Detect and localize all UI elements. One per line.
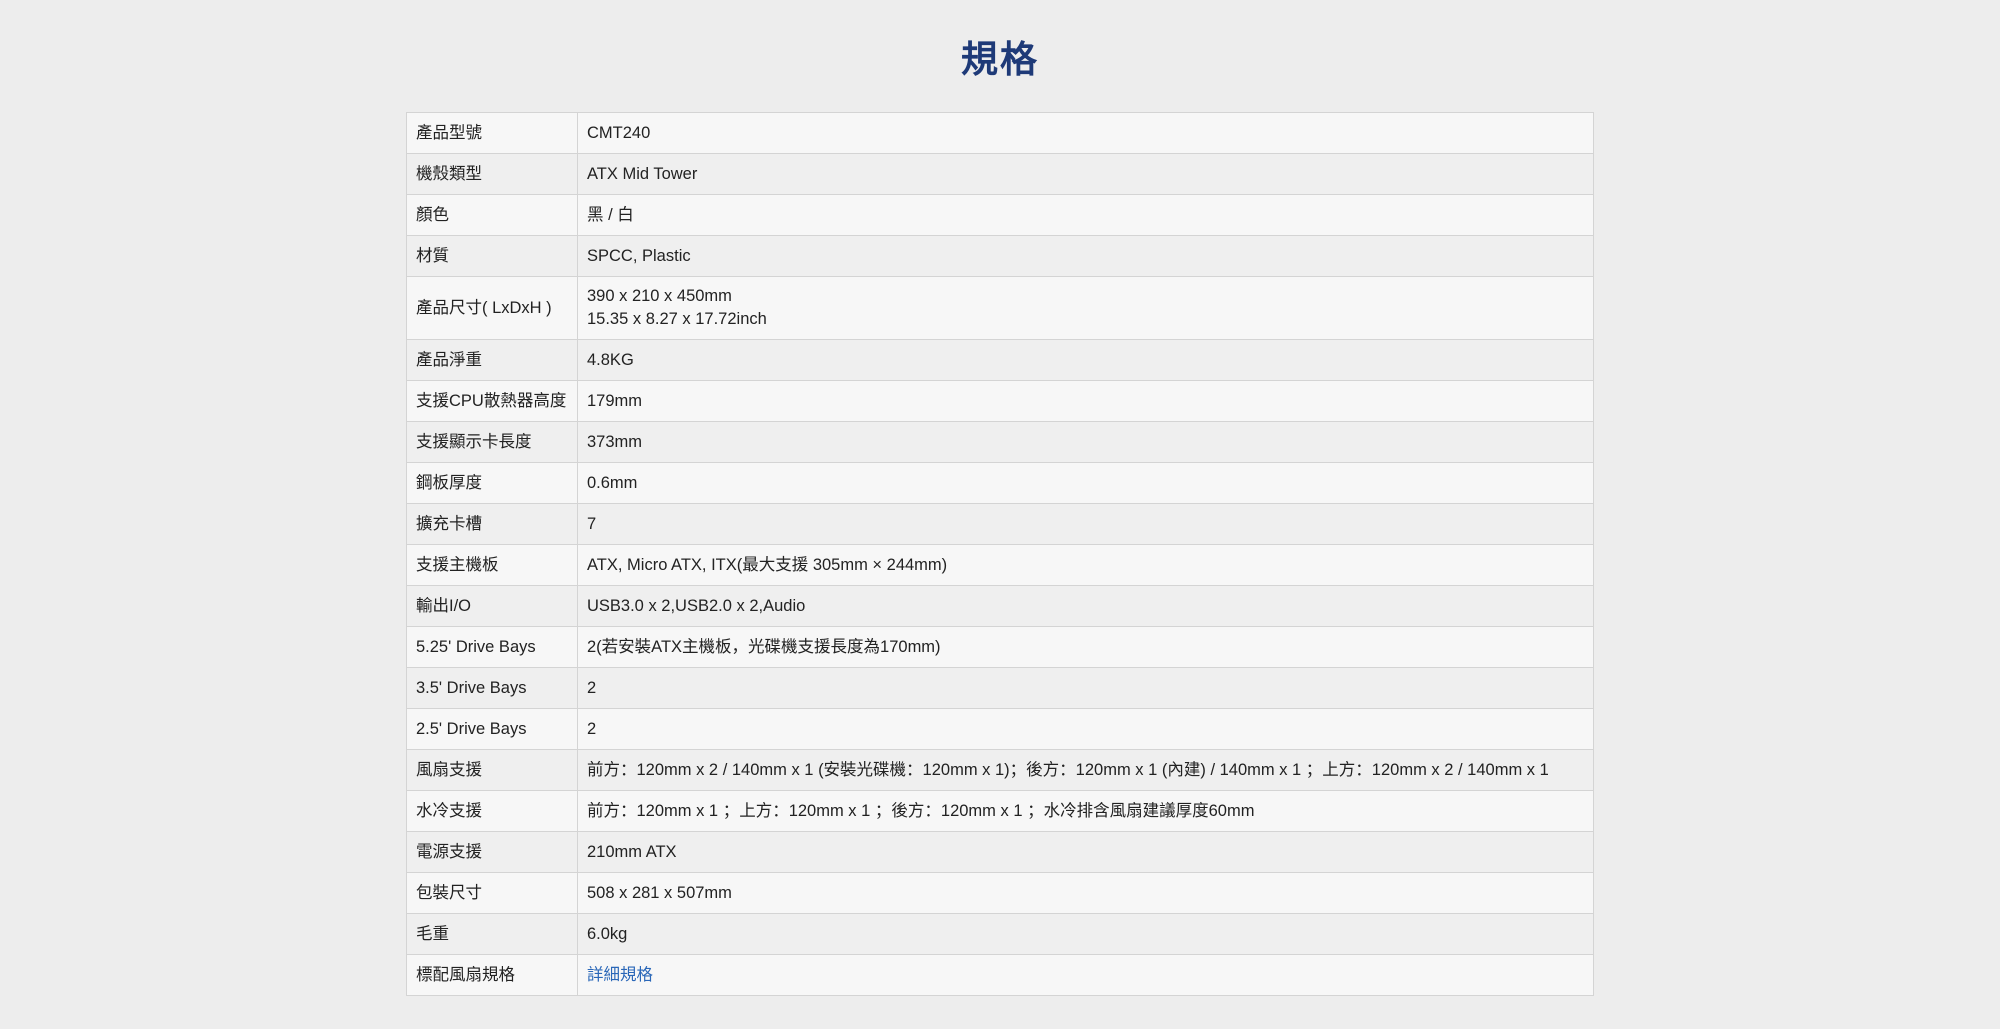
- spec-value: 黑 / 白: [577, 194, 1594, 236]
- spec-label: 產品淨重: [406, 339, 578, 381]
- spec-value: USB3.0 x 2,USB2.0 x 2,Audio: [577, 585, 1594, 627]
- spec-value: 2: [577, 667, 1594, 709]
- spec-label: 風扇支援: [406, 749, 578, 791]
- spec-value: 4.8KG: [577, 339, 1594, 381]
- spec-label: 機殼類型: [406, 153, 578, 195]
- spec-value: 前方：120mm x 1 ；上方：120mm x 1 ；後方：120mm x 1…: [577, 790, 1594, 832]
- spec-page: 規格 產品型號 CMT240 機殼類型 ATX Mid Tower 顏色 黑 /…: [0, 0, 2000, 1029]
- spec-label: 產品尺寸( LxDxH ): [406, 276, 578, 340]
- spec-label: 3.5' Drive Bays: [406, 667, 578, 709]
- spec-label: 顏色: [406, 194, 578, 236]
- table-row: 支援主機板 ATX, Micro ATX, ITX(最大支援 305mm × 2…: [406, 544, 1594, 586]
- table-row: 顏色 黑 / 白: [406, 194, 1594, 236]
- spec-value: 179mm: [577, 380, 1594, 422]
- spec-label: 材質: [406, 235, 578, 277]
- table-row: 支援顯示卡長度 373mm: [406, 421, 1594, 463]
- spec-label: 支援主機板: [406, 544, 578, 586]
- table-row: 輸出I/O USB3.0 x 2,USB2.0 x 2,Audio: [406, 585, 1594, 627]
- spec-value: 7: [577, 503, 1594, 545]
- spec-label: 支援CPU散熱器高度: [406, 380, 578, 422]
- spec-label: 2.5' Drive Bays: [406, 708, 578, 750]
- spec-value: SPCC, Plastic: [577, 235, 1594, 277]
- table-row: 材質 SPCC, Plastic: [406, 235, 1594, 277]
- spec-label: 包裝尺寸: [406, 872, 578, 914]
- spec-label: 鋼板厚度: [406, 462, 578, 504]
- spec-value: 6.0kg: [577, 913, 1594, 955]
- spec-label: 電源支援: [406, 831, 578, 873]
- spec-value: 390 x 210 x 450mm 15.35 x 8.27 x 17.72in…: [577, 276, 1594, 340]
- table-row: 產品型號 CMT240: [406, 112, 1594, 154]
- spec-value: ATX Mid Tower: [577, 153, 1594, 195]
- spec-label: 輸出I/O: [406, 585, 578, 627]
- spec-value: 210mm ATX: [577, 831, 1594, 873]
- table-row: 水冷支援 前方：120mm x 1 ；上方：120mm x 1 ；後方：120m…: [406, 790, 1594, 832]
- spec-label: 毛重: [406, 913, 578, 955]
- spec-value: CMT240: [577, 112, 1594, 154]
- spec-value: 2: [577, 708, 1594, 750]
- table-row: 產品尺寸( LxDxH ) 390 x 210 x 450mm 15.35 x …: [406, 276, 1594, 340]
- table-row: 3.5' Drive Bays 2: [406, 667, 1594, 709]
- spec-value: 詳細規格: [577, 954, 1594, 996]
- spec-value: ATX, Micro ATX, ITX(最大支援 305mm × 244mm): [577, 544, 1594, 586]
- page-title: 規格: [961, 38, 1039, 81]
- detail-spec-link[interactable]: 詳細規格: [587, 966, 653, 984]
- table-row: 支援CPU散熱器高度 179mm: [406, 380, 1594, 422]
- table-row: 包裝尺寸 508 x 281 x 507mm: [406, 872, 1594, 914]
- spec-value: 前方：120mm x 2 / 140mm x 1 (安裝光碟機：120mm x …: [577, 749, 1594, 791]
- spec-label: 5.25' Drive Bays: [406, 626, 578, 668]
- table-row: 機殼類型 ATX Mid Tower: [406, 153, 1594, 195]
- table-row: 毛重 6.0kg: [406, 913, 1594, 955]
- spec-value: 0.6mm: [577, 462, 1594, 504]
- spec-table: 產品型號 CMT240 機殼類型 ATX Mid Tower 顏色 黑 / 白 …: [406, 112, 1594, 996]
- table-row: 擴充卡槽 7: [406, 503, 1594, 545]
- spec-label: 產品型號: [406, 112, 578, 154]
- spec-label: 標配風扇規格: [406, 954, 578, 996]
- table-row: 鋼板厚度 0.6mm: [406, 462, 1594, 504]
- table-row: 2.5' Drive Bays 2: [406, 708, 1594, 750]
- table-row: 5.25' Drive Bays 2(若安裝ATX主機板，光碟機支援長度為170…: [406, 626, 1594, 668]
- spec-label: 水冷支援: [406, 790, 578, 832]
- spec-value: 508 x 281 x 507mm: [577, 872, 1594, 914]
- spec-value: 373mm: [577, 421, 1594, 463]
- spec-label: 擴充卡槽: [406, 503, 578, 545]
- table-row: 產品淨重 4.8KG: [406, 339, 1594, 381]
- spec-value-line-metric: 390 x 210 x 450mm: [587, 287, 732, 305]
- spec-value-line-imperial: 15.35 x 8.27 x 17.72inch: [587, 310, 767, 328]
- table-row: 風扇支援 前方：120mm x 2 / 140mm x 1 (安裝光碟機：120…: [406, 749, 1594, 791]
- spec-value: 2(若安裝ATX主機板，光碟機支援長度為170mm): [577, 626, 1594, 668]
- table-row: 電源支援 210mm ATX: [406, 831, 1594, 873]
- spec-label: 支援顯示卡長度: [406, 421, 578, 463]
- table-row: 標配風扇規格 詳細規格: [406, 954, 1594, 996]
